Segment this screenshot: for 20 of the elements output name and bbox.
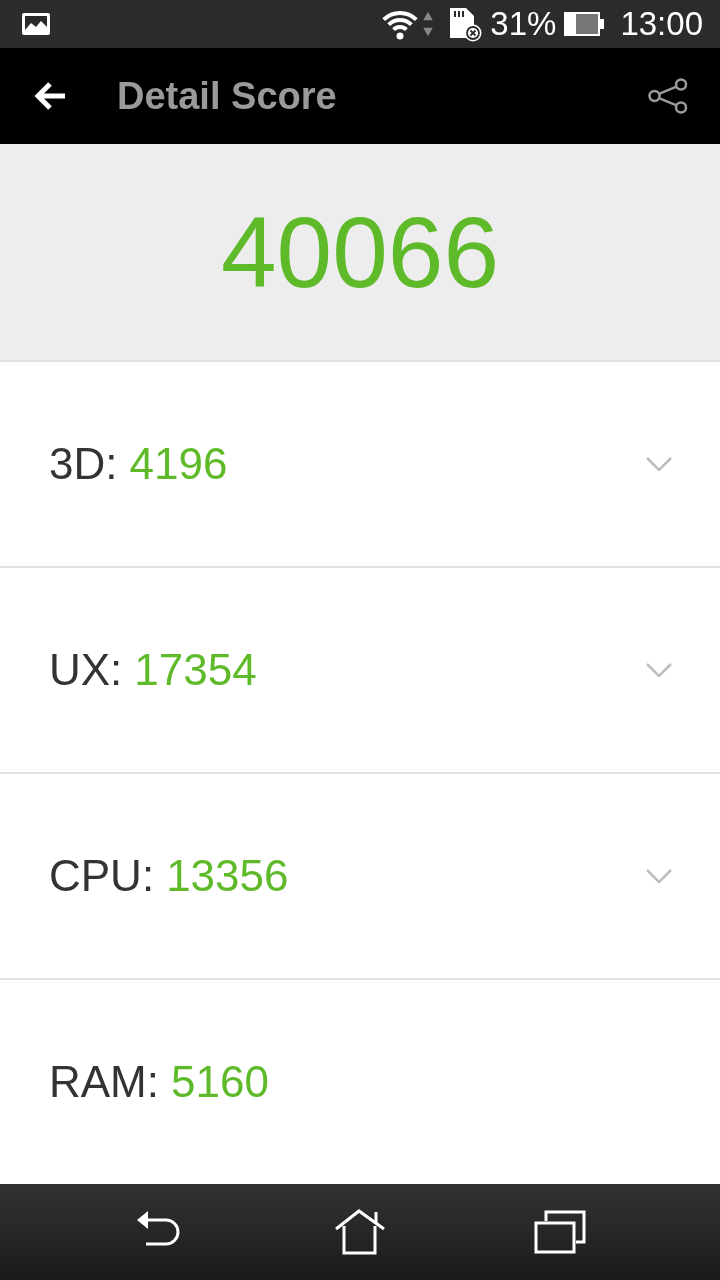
battery-percentage: 31% — [490, 4, 557, 44]
data-activity-icon — [422, 10, 435, 38]
score-value: 17354 — [134, 645, 257, 695]
clock: 13:00 — [620, 4, 703, 44]
wifi-icon — [381, 8, 420, 40]
score-label: 3D: — [49, 439, 118, 489]
share-icon — [648, 78, 688, 114]
score-value: 4196 — [129, 439, 228, 489]
image-notification-icon — [22, 13, 50, 35]
total-score: 40066 — [220, 197, 500, 307]
score-label: UX: — [49, 645, 123, 695]
back-arrow-icon — [33, 80, 67, 112]
score-value: 13356 — [166, 851, 289, 901]
battery-icon — [564, 12, 607, 36]
screen-title: Detail Score — [117, 74, 338, 118]
home-icon — [334, 1209, 386, 1255]
score-value: 5160 — [171, 1057, 269, 1107]
recent-apps-icon — [534, 1210, 586, 1254]
score-label: CPU: — [49, 851, 155, 901]
score-label: RAM: — [49, 1057, 159, 1107]
